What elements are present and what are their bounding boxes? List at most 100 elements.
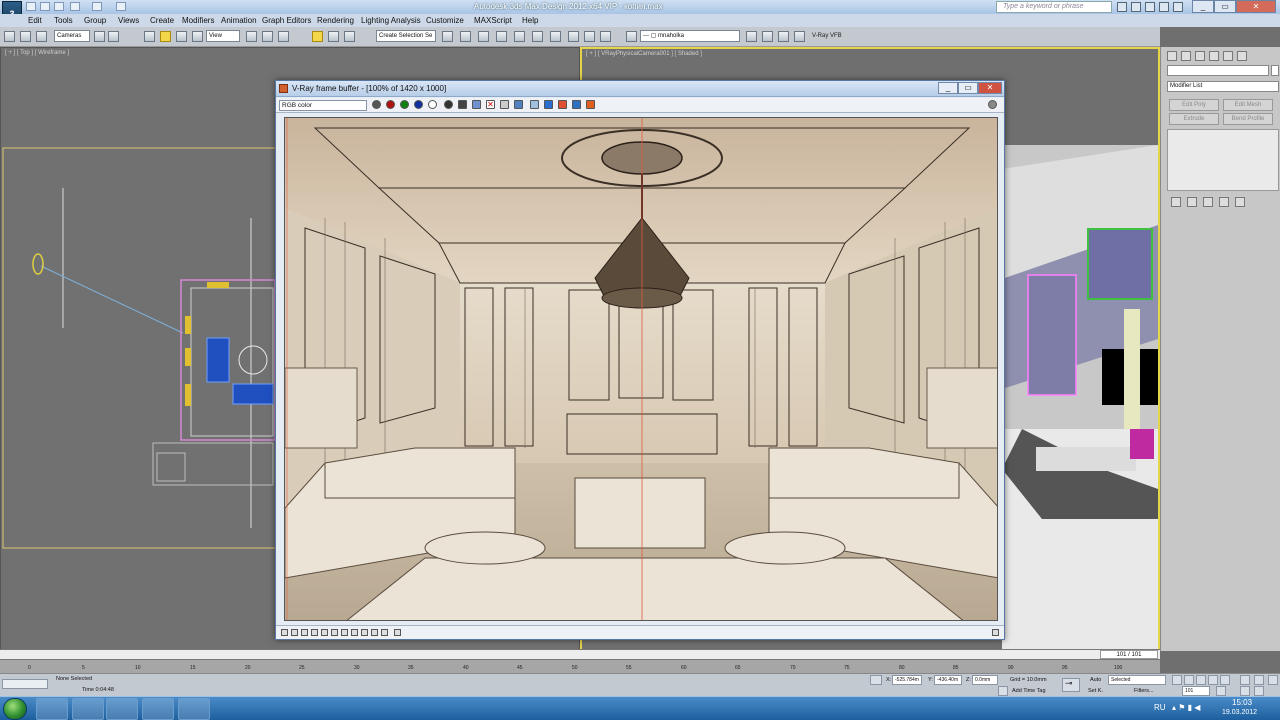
menu-lighting-analysis[interactable]: Lighting Analysis xyxy=(361,16,421,25)
help-search-input[interactable]: Type a keyword or phrase xyxy=(996,1,1112,13)
time-configuration-icon[interactable] xyxy=(1216,686,1226,696)
save-file-icon[interactable] xyxy=(54,2,64,11)
load-image-icon[interactable] xyxy=(472,100,481,109)
display-tab-icon[interactable] xyxy=(1223,51,1233,61)
render-last-icon[interactable] xyxy=(544,100,553,109)
add-time-tag-button[interactable]: Add Time Tag xyxy=(1012,688,1046,694)
menu-create[interactable]: Create xyxy=(150,16,174,25)
lock-selection-icon[interactable] xyxy=(870,675,882,685)
menu-animation[interactable]: Animation xyxy=(221,16,257,25)
undo-tool-icon[interactable] xyxy=(4,31,15,42)
set-key-icon[interactable]: ⊸ xyxy=(1062,678,1080,692)
modify-tab-icon[interactable] xyxy=(1181,51,1191,61)
levels-icon[interactable] xyxy=(291,629,298,636)
track-bar[interactable]: 0 5 10 15 20 25 30 35 40 45 50 55 60 65 … xyxy=(0,659,1160,673)
render-production-icon[interactable] xyxy=(600,31,611,42)
rendered-frame-window-icon[interactable] xyxy=(584,31,595,42)
save-image-channel-icon[interactable] xyxy=(372,100,381,109)
alpha-channel-icon[interactable] xyxy=(428,100,437,109)
menu-rendering[interactable]: Rendering xyxy=(317,16,354,25)
vfb-resize-icon[interactable] xyxy=(992,629,999,636)
menu-maxscript[interactable]: MAXScript xyxy=(474,16,512,25)
unlink-icon[interactable] xyxy=(36,31,47,42)
menu-help[interactable]: Help xyxy=(522,16,538,25)
menu-edit[interactable]: Edit xyxy=(28,16,42,25)
window-crossing-icon[interactable] xyxy=(144,31,155,42)
link-icon[interactable] xyxy=(20,31,31,42)
select-by-name-icon[interactable] xyxy=(108,31,119,42)
utilities-tab-icon[interactable] xyxy=(1237,51,1247,61)
history-icon[interactable] xyxy=(361,629,368,636)
vfb-maximize-button[interactable]: ▭ xyxy=(958,82,978,94)
graphite-tools-icon[interactable] xyxy=(496,31,507,42)
lut-icon[interactable] xyxy=(586,100,595,109)
selection-filter-dropdown[interactable]: Cameras xyxy=(54,30,90,42)
layer-icon[interactable] xyxy=(626,31,637,42)
maxscript-listener-field[interactable] xyxy=(2,679,48,689)
orbit-icon[interactable] xyxy=(1254,686,1264,696)
select-rotate-icon[interactable] xyxy=(176,31,187,42)
srgb-icon[interactable] xyxy=(321,629,328,636)
minimize-button[interactable]: _ xyxy=(1192,0,1214,13)
current-frame-field[interactable]: 101 xyxy=(1182,686,1210,696)
folder-taskbar-icon[interactable] xyxy=(142,698,174,720)
save-image-icon[interactable] xyxy=(458,100,467,109)
region-render-icon[interactable] xyxy=(530,100,539,109)
menu-graph-editors[interactable]: Graph Editors xyxy=(262,16,311,25)
extrude-button[interactable]: Extrude xyxy=(1169,113,1219,125)
layer-hide-icon[interactable] xyxy=(794,31,805,42)
reference-coordinate-dropdown[interactable]: View xyxy=(206,30,240,42)
exposure-icon[interactable] xyxy=(311,629,318,636)
compare-icon[interactable] xyxy=(371,629,378,636)
schematic-view-icon[interactable] xyxy=(532,31,543,42)
remove-modifier-icon[interactable] xyxy=(1219,197,1229,207)
key-filter-dropdown[interactable]: Selected xyxy=(1108,675,1166,685)
modifier-stack[interactable] xyxy=(1167,129,1279,191)
camera-viewport-label[interactable]: [ + ] [ VRayPhysicalCamera001 ] [ Shaded… xyxy=(586,51,702,57)
frame-readout[interactable]: 101 / 101 xyxy=(1100,650,1158,659)
3dsmax-taskbar-icon[interactable] xyxy=(106,698,138,720)
auto-key-button[interactable]: Auto xyxy=(1090,677,1101,683)
vfb-minimize-button[interactable]: _ xyxy=(938,82,958,94)
layer-add-icon[interactable] xyxy=(746,31,757,42)
edit-mesh-button[interactable]: Edit Mesh xyxy=(1223,99,1273,111)
start-button[interactable] xyxy=(3,698,27,720)
time-tag-icon[interactable] xyxy=(998,686,1008,696)
go-to-start-icon[interactable] xyxy=(1172,675,1182,685)
explorer-taskbar-icon[interactable] xyxy=(36,698,68,720)
ab-compare-icon[interactable] xyxy=(381,629,388,636)
duplicate-to-max-vfb-icon[interactable] xyxy=(500,100,509,109)
material-editor-icon[interactable] xyxy=(550,31,561,42)
lut-toggle-icon[interactable] xyxy=(331,629,338,636)
y-coordinate-field[interactable]: -436.40m xyxy=(934,675,962,685)
pivot-center-icon[interactable] xyxy=(246,31,257,42)
layer-dropdown[interactable]: --- ▢ mnaholka xyxy=(640,30,740,42)
show-end-result-icon[interactable] xyxy=(1187,197,1197,207)
blue-channel-icon[interactable] xyxy=(414,100,423,109)
render-setup-icon[interactable] xyxy=(568,31,579,42)
maximize-viewport-icon[interactable] xyxy=(1268,675,1278,685)
edit-poly-button[interactable]: Edit Poly xyxy=(1169,99,1219,111)
key-filters-button[interactable]: Filters... xyxy=(1134,688,1154,694)
modifier-list-dropdown[interactable]: Modifier List xyxy=(1167,81,1279,92)
vfb-close-button[interactable]: ✕ xyxy=(978,82,1002,94)
create-tab-icon[interactable] xyxy=(1167,51,1177,61)
previous-frame-icon[interactable] xyxy=(1184,675,1194,685)
redo-icon[interactable] xyxy=(92,2,102,11)
vfb-title-bar[interactable]: V-Ray frame buffer - [100% of 1420 x 100… xyxy=(276,81,1004,97)
select-move-icon[interactable] xyxy=(160,31,171,42)
mirror-icon[interactable] xyxy=(442,31,453,42)
select-object-icon[interactable] xyxy=(94,31,105,42)
restore-button[interactable]: ▭ xyxy=(1214,0,1236,13)
clock-time[interactable]: 15:03 xyxy=(1232,698,1252,707)
language-indicator[interactable]: RU xyxy=(1154,703,1166,712)
curve-editor-icon[interactable] xyxy=(514,31,525,42)
menu-views[interactable]: Views xyxy=(118,16,139,25)
top-viewport-label[interactable]: [ + ] [ Top ] [ Wireframe ] xyxy=(5,50,69,56)
percent-snap-icon[interactable] xyxy=(344,31,355,42)
close-button[interactable]: ✕ xyxy=(1236,0,1276,13)
keyboard-shortcut-icon[interactable] xyxy=(278,31,289,42)
new-file-icon[interactable] xyxy=(26,2,36,11)
vfb-more-icon[interactable] xyxy=(394,629,401,636)
set-key-button[interactable]: Set K. xyxy=(1088,688,1103,694)
